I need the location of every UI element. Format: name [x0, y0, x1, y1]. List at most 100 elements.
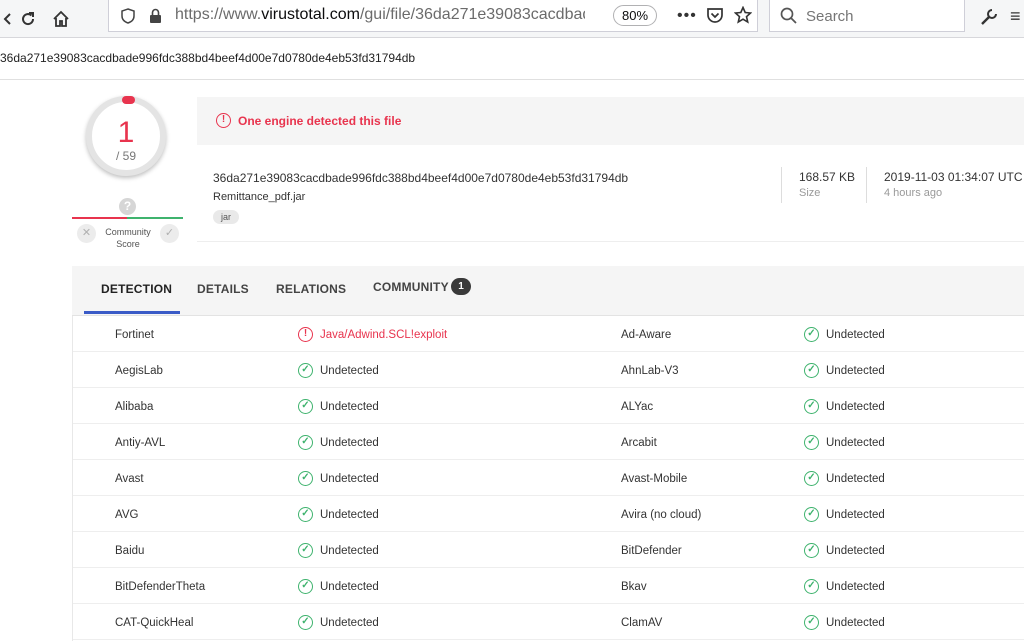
browser-toolbar: https://www.virustotal.com/gui/file/36da…	[0, 0, 1024, 38]
tab-detection[interactable]: DETECTION	[101, 282, 172, 296]
file-info-card: 36da271e39083cacdbade996fdc388bd4beef4d0…	[197, 145, 1024, 242]
url-text[interactable]: https://www.virustotal.com/gui/file/36da…	[175, 6, 585, 24]
hash-header-bar: 36da271e39083cacdbade996fdc388bd4beef4d0…	[0, 38, 1024, 80]
file-type-tag[interactable]: jar	[213, 210, 240, 224]
detection-result: Undetected	[826, 617, 885, 629]
check-circle-icon: ✓	[298, 615, 313, 630]
engine-name: Avast-Mobile	[621, 473, 688, 485]
detection-alert: ! One engine detected this file	[197, 97, 1024, 145]
detection-result: Undetected	[320, 545, 379, 557]
detection-result: Undetected	[320, 365, 379, 377]
engine-name: Antiy-AVL	[115, 437, 166, 449]
home-icon[interactable]	[47, 5, 75, 33]
detection-result: Undetected	[320, 401, 379, 413]
analysis-date-ago: 4 hours ago	[884, 187, 943, 199]
table-row: Antiy-AVL ✓ Undetected Arcabit ✓ Undetected	[73, 424, 1024, 460]
check-circle-icon: ✓	[804, 327, 819, 342]
check-circle-icon: ✓	[804, 543, 819, 558]
engine-name: Fortinet	[115, 329, 154, 341]
browser-search-box[interactable]	[769, 0, 965, 32]
community-score-bar-positive	[127, 217, 183, 219]
url-domain: virustotal.com	[261, 6, 360, 23]
shield-icon[interactable]	[121, 8, 135, 29]
pocket-icon[interactable]	[706, 7, 724, 29]
community-score-bar-negative	[72, 217, 127, 219]
tab-community[interactable]: COMMUNITY	[373, 280, 449, 294]
table-row: Avast ✓ Undetected Avast-Mobile ✓ Undetected	[73, 460, 1024, 496]
check-circle-icon: ✓	[804, 471, 819, 486]
detections-table: Fortinet! Java/Adwind.SCL!exploit Ad-Aware…	[72, 316, 1024, 641]
tab-relations[interactable]: RELATIONS	[276, 282, 346, 296]
detection-result[interactable]: Java/Adwind.SCL!exploit	[320, 329, 447, 341]
table-row: Alibaba ✓ Undetected ALYac ✓ Undetected	[73, 388, 1024, 424]
detection-result: Undetected	[320, 437, 379, 449]
report-tabs: DETECTION DETAILS RELATIONS COMMUNITY 1	[72, 266, 1024, 316]
detection-result: Undetected	[826, 545, 885, 557]
alert-icon: !	[298, 327, 313, 342]
community-label-line1: Community	[105, 227, 151, 237]
check-circle-icon: ✓	[804, 615, 819, 630]
detection-result: Undetected	[826, 473, 885, 485]
file-hash[interactable]: 36da271e39083cacdbade996fdc388bd4beef4d0…	[213, 171, 628, 185]
detection-result: Undetected	[826, 365, 885, 377]
community-label-line2: Score	[116, 239, 140, 249]
check-circle-icon: ✓	[804, 579, 819, 594]
search-input[interactable]	[806, 6, 956, 26]
check-circle-icon: ✓	[804, 399, 819, 414]
engine-name: AhnLab-V3	[621, 365, 679, 377]
vote-up-icon[interactable]: ✓	[160, 224, 179, 243]
detection-result: Undetected	[826, 437, 885, 449]
check-circle-icon: ✓	[298, 579, 313, 594]
file-size-label: Size	[799, 187, 821, 199]
detection-result: Undetected	[826, 509, 885, 521]
table-row: CAT-QuickHeal ✓ Undetected ClamAV ✓ Undetecte…	[73, 604, 1024, 640]
engine-name: AegisLab	[115, 365, 163, 377]
engine-name: Baidu	[115, 545, 145, 557]
table-row: AVG ✓ Undetected Avira (no cloud) ✓ Undetecte…	[73, 496, 1024, 532]
score-indicator-dot	[122, 96, 135, 104]
table-row: AegisLab ✓ Undetected AhnLab-V3 ✓ Undetected	[73, 352, 1024, 388]
bookmark-star-icon[interactable]	[733, 5, 753, 29]
wrench-icon[interactable]	[980, 8, 998, 31]
detection-result: Undetected	[320, 617, 379, 629]
alert-text: One engine detected this file	[238, 114, 402, 128]
engine-name: Arcabit	[621, 437, 657, 449]
check-circle-icon: ✓	[298, 471, 313, 486]
address-bar[interactable]: https://www.virustotal.com/gui/file/36da…	[108, 0, 758, 32]
file-name[interactable]: Remittance_pdf.jar	[213, 191, 305, 203]
page-actions-icon[interactable]: •••	[677, 7, 697, 25]
check-circle-icon: ✓	[804, 507, 819, 522]
detection-total: / 59	[115, 149, 136, 163]
zoom-indicator[interactable]: 80%	[613, 5, 657, 26]
divider	[866, 167, 867, 203]
engine-name: Alibaba	[115, 401, 154, 413]
search-icon	[780, 7, 798, 30]
engine-name: Avast	[115, 473, 144, 485]
vote-down-icon[interactable]: ✕	[77, 224, 96, 243]
engine-name: Avira (no cloud)	[621, 509, 702, 521]
active-tab-indicator	[84, 311, 180, 314]
url-path: /gui/file/36da271e39083cacdbade	[359, 6, 585, 23]
engine-name: BitDefender	[621, 545, 682, 557]
url-prefix: https://www.	[175, 6, 262, 23]
table-row: BitDefenderTheta ✓ Undetected Bkav ✓ Undetect…	[73, 568, 1024, 604]
detection-result: Undetected	[826, 329, 885, 341]
check-circle-icon: ✓	[804, 435, 819, 450]
reload-icon[interactable]	[14, 5, 42, 33]
file-size: 168.57 KB	[799, 170, 856, 184]
tab-details[interactable]: DETAILS	[197, 282, 249, 296]
lock-icon[interactable]	[149, 8, 162, 29]
detection-result: Undetected	[826, 401, 885, 413]
check-circle-icon: ✓	[298, 507, 313, 522]
hash-header[interactable]: 36da271e39083cacdbade996fdc388bd4beef4d0…	[0, 51, 415, 65]
check-circle-icon: ✓	[298, 363, 313, 378]
engine-name: ClamAV	[621, 617, 663, 629]
detection-result: Undetected	[320, 509, 379, 521]
check-circle-icon: ✓	[298, 543, 313, 558]
engine-name: CAT-QuickHeal	[115, 617, 194, 629]
detection-result: Undetected	[826, 581, 885, 593]
menu-icon[interactable]: ≡	[1010, 6, 1021, 27]
engine-name: BitDefenderTheta	[115, 581, 206, 593]
analysis-date: 2019-11-03 01:34:07 UTC	[884, 170, 1023, 184]
engine-name: AVG	[115, 509, 139, 521]
